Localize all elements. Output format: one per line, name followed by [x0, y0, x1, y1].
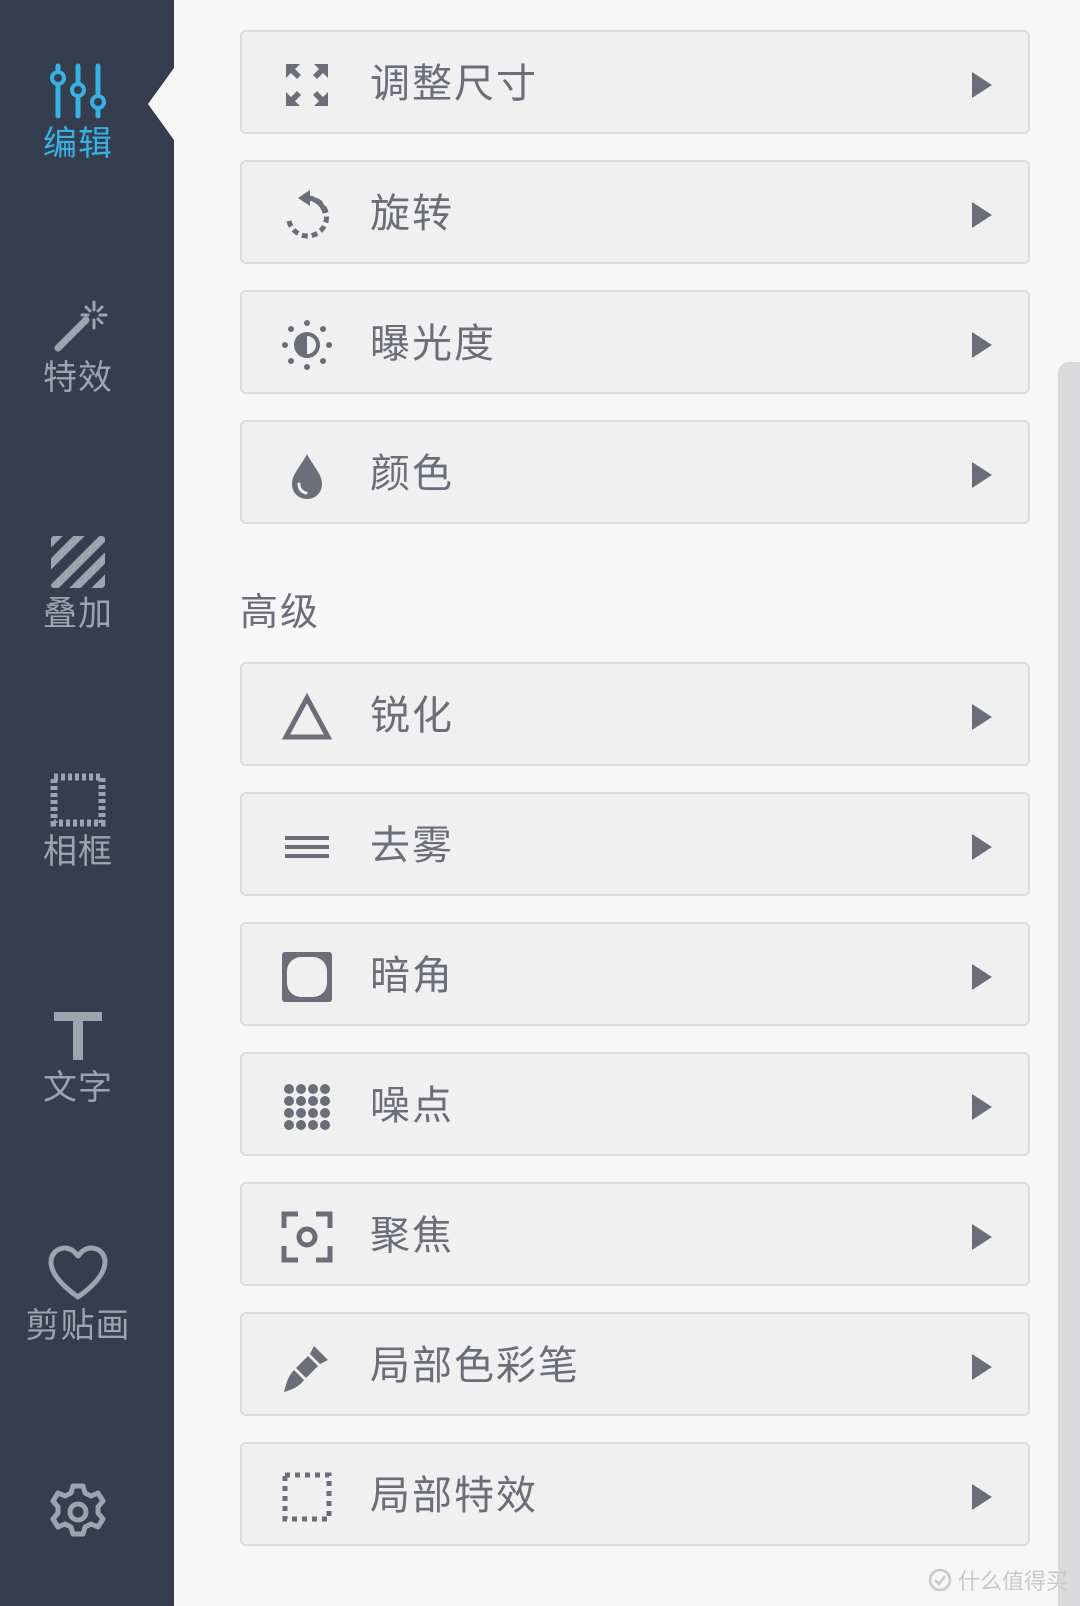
tool-label: 旋转 [370, 191, 454, 237]
tool-selective-effects[interactable]: 局部特效 [240, 1442, 1030, 1546]
sidebar-item-settings[interactable] [0, 1482, 156, 1542]
tool-selective-color-brush[interactable]: 局部色彩笔 [240, 1312, 1030, 1416]
chevron-right-icon [972, 1224, 992, 1250]
magic-wand-icon [54, 300, 108, 352]
frame-icon [50, 773, 106, 827]
sidebar-item-edit[interactable]: 编辑 [0, 62, 156, 164]
chevron-right-icon [972, 1484, 992, 1510]
rotate-icon [286, 190, 329, 239]
triangle-icon [281, 692, 333, 740]
sidebar-item-label: 编辑 [43, 124, 113, 164]
tool-label: 锐化 [370, 693, 454, 739]
chevron-right-icon [972, 1094, 992, 1120]
watermark: 什么值得买 [928, 1564, 1068, 1596]
text-icon [54, 1012, 102, 1060]
tools-panel: 调整尺寸 旋转 曝光度 颜色 高级 锐化 去雾 暗角 噪点 聚焦 局部色彩笔 局… [174, 0, 1080, 1606]
tool-noise[interactable]: 噪点 [240, 1052, 1030, 1156]
tool-label: 局部色彩笔 [370, 1343, 580, 1389]
tool-label: 聚焦 [370, 1213, 454, 1259]
sidebar-item-label: 叠加 [43, 594, 113, 634]
watermark-text: 什么值得买 [957, 1570, 1068, 1595]
chevron-right-icon [972, 332, 992, 358]
tool-label: 颜色 [370, 451, 454, 497]
stripes-icon [51, 536, 105, 588]
active-indicator [148, 68, 174, 140]
sidebar-item-frame[interactable]: 相框 [0, 772, 156, 872]
sidebar: 编辑 特效 叠加 相框 文字 剪贴画 [0, 0, 174, 1606]
sidebar-item-label: 相框 [43, 832, 113, 872]
tool-label: 噪点 [370, 1083, 454, 1129]
droplet-icon [292, 454, 322, 499]
tool-label: 暗角 [370, 953, 454, 999]
chevron-right-icon [972, 834, 992, 860]
sidebar-item-text[interactable]: 文字 [0, 1008, 156, 1108]
scrollbar[interactable] [1058, 362, 1080, 1606]
tool-vignette[interactable]: 暗角 [240, 922, 1030, 1026]
sidebar-item-effects[interactable]: 特效 [0, 298, 156, 398]
sidebar-item-label: 文字 [43, 1068, 113, 1108]
dots-grid-icon [284, 1084, 330, 1130]
tool-sharpen[interactable]: 锐化 [240, 662, 1030, 766]
sidebar-item-label: 特效 [43, 358, 113, 398]
chevron-right-icon [972, 202, 992, 228]
tool-exposure[interactable]: 曝光度 [240, 290, 1030, 394]
chevron-right-icon [972, 1354, 992, 1380]
lines-icon [285, 836, 329, 858]
watermark-logo-icon [928, 1568, 952, 1592]
sidebar-item-clipart[interactable]: 剪贴画 [0, 1244, 156, 1346]
tool-focus[interactable]: 聚焦 [240, 1182, 1030, 1286]
gear-icon [50, 1483, 106, 1537]
tool-label: 局部特效 [370, 1473, 538, 1519]
tool-color[interactable]: 颜色 [240, 420, 1030, 524]
tool-label: 去雾 [370, 823, 454, 869]
tool-dehaze[interactable]: 去雾 [240, 792, 1030, 896]
tool-rotate[interactable]: 旋转 [240, 160, 1030, 264]
sidebar-item-label: 剪贴画 [25, 1306, 131, 1346]
sliders-icon [50, 63, 106, 119]
chevron-right-icon [972, 462, 992, 488]
chevron-right-icon [972, 964, 992, 990]
focus-icon [281, 1211, 333, 1263]
chevron-right-icon [972, 72, 992, 98]
vignette-icon [282, 952, 332, 1002]
resize-icon [286, 64, 328, 106]
dashed-square-icon [282, 1472, 332, 1522]
heart-icon [48, 1245, 108, 1300]
brightness-icon [282, 320, 332, 370]
tool-label: 调整尺寸 [370, 61, 538, 107]
sidebar-item-overlay[interactable]: 叠加 [0, 534, 156, 634]
section-title-advanced: 高级 [240, 590, 321, 634]
tool-label: 曝光度 [370, 321, 496, 367]
tool-resize[interactable]: 调整尺寸 [240, 30, 1030, 134]
brush-icon [284, 1346, 328, 1392]
chevron-right-icon [972, 704, 992, 730]
